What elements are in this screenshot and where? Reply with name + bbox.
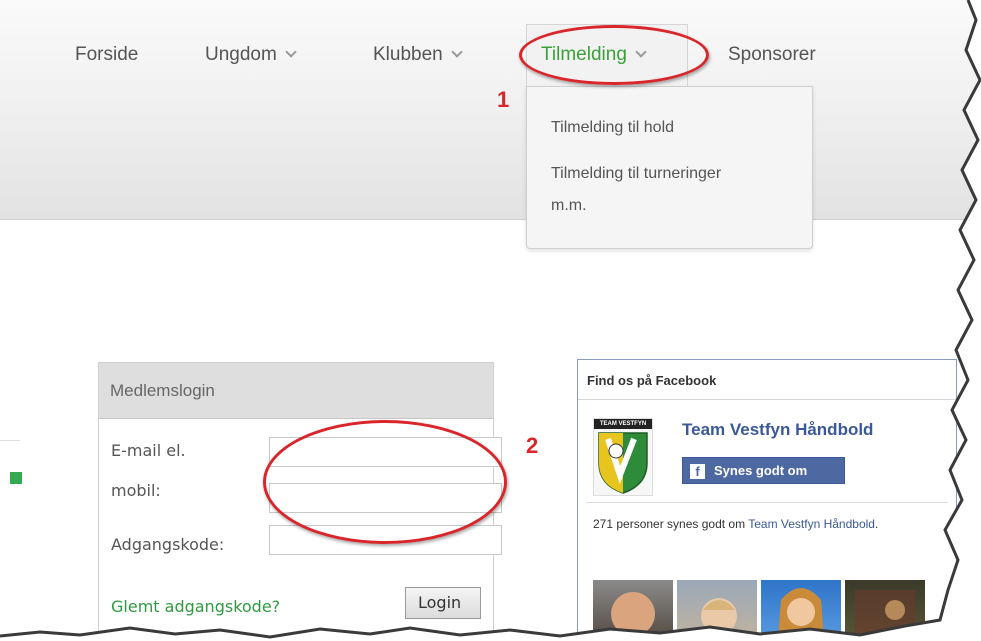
dropdown-item-tilmelding-til-hold[interactable]: Tilmelding til hold	[551, 113, 674, 143]
facebook-like-count: 271 personer synes godt om Team Vestfyn …	[593, 516, 938, 533]
fan-avatar[interactable]	[761, 580, 841, 641]
chevron-down-icon	[451, 46, 463, 58]
annotation-marker-1: 1	[497, 87, 510, 112]
team-logo[interactable]: TEAM VESTFYN	[593, 418, 653, 496]
like-button-label: Synes godt om	[714, 463, 808, 478]
person-icon	[608, 592, 658, 641]
person-icon	[855, 590, 915, 641]
email-label-line2: mobil:	[111, 481, 161, 500]
person-icon	[777, 588, 825, 641]
nav-item-label: Klubben	[373, 44, 443, 65]
navigation-bar: Forside Ungdom Klubben Tilmelding Sponso…	[0, 0, 981, 220]
nav-item-label: Forside	[75, 44, 139, 65]
chevron-down-icon	[285, 46, 297, 58]
like-count-suffix: .	[874, 517, 879, 531]
forgot-password-link[interactable]: Glemt adgangskode?	[111, 597, 280, 616]
login-panel-title: Medlemslogin	[99, 363, 493, 419]
nav-item-ungdom[interactable]: Ungdom	[205, 44, 297, 66]
password-label: Adgangskode:	[111, 535, 225, 554]
fan-avatar[interactable]	[677, 580, 757, 641]
like-count-text: 271 personer synes godt om	[593, 517, 749, 531]
divider	[586, 502, 948, 503]
nav-item-sponsorer[interactable]: Sponsorer	[728, 44, 816, 66]
facebook-like-button[interactable]: f Synes godt om	[682, 457, 845, 484]
email-label-line1: E-mail el.	[111, 441, 186, 460]
divider	[0, 440, 20, 441]
person-icon	[701, 598, 737, 634]
facebook-widget: Find os på Facebook TEAM VESTFYN Team Ve…	[577, 359, 957, 641]
facebook-page-link[interactable]: Team Vestfyn Håndbold	[748, 517, 875, 531]
fan-avatar[interactable]	[593, 580, 673, 641]
nav-item-forside[interactable]: Forside	[75, 44, 138, 66]
team-logo-text: TEAM VESTFYN	[594, 419, 652, 429]
annotation-ellipse-2	[263, 420, 507, 544]
fan-avatar[interactable]	[845, 580, 925, 641]
nav-item-label: Sponsorer	[728, 44, 816, 65]
tilmelding-dropdown-menu: Tilmelding til hold Tilmelding til turne…	[526, 86, 813, 249]
green-marker-icon	[10, 472, 22, 484]
facebook-widget-title: Find os på Facebook	[578, 360, 956, 400]
shield-icon	[598, 432, 648, 494]
nav-item-label: Ungdom	[205, 44, 277, 65]
nav-item-klubben[interactable]: Klubben	[373, 44, 463, 66]
login-button[interactable]: Login	[405, 587, 481, 619]
dropdown-item-tilmelding-til-turneringer[interactable]: Tilmelding til turneringer	[551, 159, 721, 189]
annotation-ellipse-1	[519, 25, 709, 85]
facebook-icon: f	[690, 464, 705, 479]
facebook-page-name[interactable]: Team Vestfyn Håndbold	[682, 420, 873, 440]
dropdown-item-mm[interactable]: m.m.	[551, 191, 587, 221]
annotation-marker-2: 2	[526, 433, 539, 458]
page: Forside Ungdom Klubben Tilmelding Sponso…	[0, 0, 981, 641]
